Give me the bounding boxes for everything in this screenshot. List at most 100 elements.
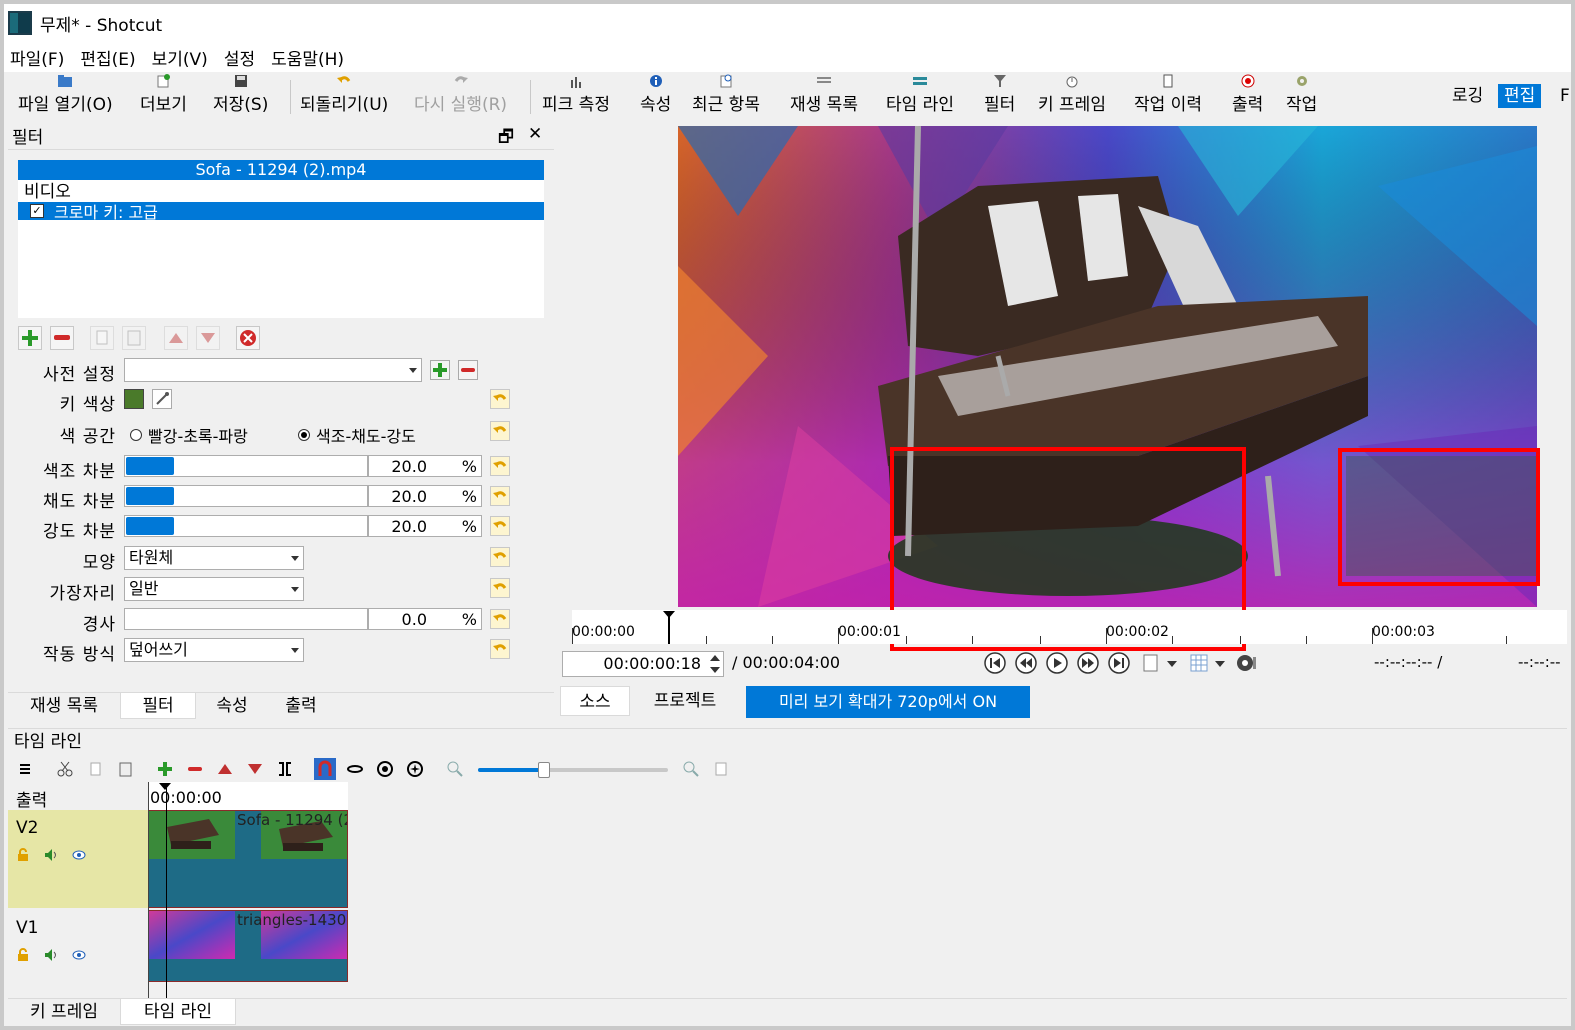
reset-value-button[interactable] (490, 516, 510, 536)
filter-item-chroma-key[interactable]: ✓ 크로마 키: 고급 (18, 202, 544, 222)
append-icon[interactable] (156, 760, 174, 778)
tab-keyframes[interactable]: 키 프레임 (8, 999, 120, 1025)
timecode-stepper-icon[interactable] (708, 652, 722, 676)
paste-filter-button[interactable] (122, 326, 146, 350)
delete-preset-button[interactable] (458, 360, 478, 380)
properties-button[interactable]: 속성 (640, 74, 671, 120)
reset-color-space-button[interactable] (490, 421, 510, 441)
recent-button[interactable]: 최근 항목 (692, 74, 760, 120)
shape-combo[interactable]: 타원체 (124, 546, 304, 570)
menu-file[interactable]: 파일(F) (10, 45, 64, 70)
saturation-difference-spinbox[interactable]: 20.0% (368, 485, 482, 507)
operation-combo[interactable]: 덮어쓰기 (124, 638, 304, 662)
split-icon[interactable] (276, 760, 294, 778)
jobs-button[interactable]: 작업 (1286, 74, 1317, 120)
track-head-v2[interactable]: V2 (8, 810, 148, 908)
reset-hue-button[interactable] (490, 456, 510, 476)
tab-project[interactable]: 프로젝트 (630, 686, 740, 716)
tab-timeline[interactable]: 타임 라인 (120, 999, 236, 1025)
rewind-icon[interactable] (1015, 652, 1037, 674)
preview-scale-badge[interactable]: 미리 보기 확대가 720p에서 ON (746, 686, 1030, 718)
float-panel-icon[interactable]: 🗗 (498, 124, 514, 153)
preset-combo[interactable] (124, 358, 422, 382)
menu-view[interactable]: 보기(V) (152, 45, 208, 70)
filter-enabled-checkbox[interactable]: ✓ (30, 204, 44, 218)
menu-icon[interactable] (16, 760, 34, 778)
keyframes-button[interactable]: 키 프레임 (1038, 74, 1106, 120)
filters-button[interactable]: 필터 (984, 74, 1015, 120)
chevron-down-icon[interactable] (1214, 652, 1226, 674)
undo-button[interactable]: 되돌리기(U) (300, 74, 388, 120)
save-button[interactable]: 저장(S) (213, 74, 268, 120)
saturation-difference-slider[interactable] (124, 485, 368, 507)
peak-meter-button[interactable]: 피크 측정 (542, 74, 610, 120)
menu-settings[interactable]: 설정 (224, 45, 255, 70)
hue-difference-spinbox[interactable]: 20.0% (368, 455, 482, 477)
timeline-playhead[interactable] (166, 788, 167, 998)
zoom-out-icon[interactable] (446, 760, 464, 778)
redo-button[interactable]: 다시 실행(R) (414, 74, 507, 120)
grid-icon[interactable] (1188, 652, 1210, 674)
timeline-ruler[interactable]: 00:00:00 (148, 782, 348, 810)
open-file-button[interactable]: 파일 열기(O) (18, 74, 113, 120)
fast-forward-icon[interactable] (1077, 652, 1099, 674)
move-filter-down-button[interactable] (196, 326, 220, 350)
tab-properties[interactable]: 속성 (196, 693, 268, 719)
tab-source[interactable]: 소스 (560, 686, 630, 716)
ripple-all-icon[interactable] (406, 760, 424, 778)
mute-icon[interactable] (44, 848, 58, 862)
copy-filter-button[interactable] (90, 326, 114, 350)
zoom-slider-handle[interactable] (538, 762, 550, 778)
history-button[interactable]: 작업 이력 (1134, 74, 1202, 120)
reset-key-color-button[interactable] (490, 389, 510, 409)
more-button[interactable]: 더보기 (140, 74, 187, 120)
chevron-down-icon[interactable] (1166, 652, 1178, 674)
move-filter-up-button[interactable] (164, 326, 188, 350)
reset-slope-button[interactable] (490, 609, 510, 629)
remove-filter-button[interactable] (50, 326, 74, 350)
key-color-swatch[interactable] (124, 389, 144, 409)
ripple-icon[interactable] (376, 760, 394, 778)
copy-icon[interactable] (86, 760, 104, 778)
menu-edit[interactable]: 편집(E) (80, 45, 135, 70)
lift-icon[interactable] (216, 760, 234, 778)
volume-icon[interactable] (1140, 652, 1162, 674)
close-panel-icon[interactable]: ✕ (528, 124, 542, 144)
lock-icon[interactable] (16, 948, 30, 962)
reset-saturation-button[interactable] (490, 486, 510, 506)
ripple-delete-icon[interactable] (186, 760, 204, 778)
mute-icon[interactable] (44, 948, 58, 962)
deselect-filter-button[interactable] (236, 326, 260, 350)
edge-combo[interactable]: 일반 (124, 577, 304, 601)
scissors-icon[interactable] (56, 760, 74, 778)
slope-spinbox[interactable]: 0.0% (368, 608, 482, 630)
clip-triangles[interactable]: triangles-1430 (148, 910, 348, 982)
playhead-marker-icon[interactable] (158, 782, 172, 792)
timeline-zoom-slider[interactable] (478, 762, 668, 778)
color-space-rgb-radio[interactable]: 빨강-초록-파랑 (130, 423, 248, 447)
eye-icon[interactable] (72, 848, 86, 862)
save-preset-button[interactable] (430, 360, 450, 380)
skip-to-end-icon[interactable] (1108, 652, 1130, 674)
timecode-input[interactable]: 00:00:00:18 (562, 651, 724, 677)
player-ruler[interactable]: 00:00:00 00:00:01 00:00:02 00:00:03 (572, 610, 1567, 644)
eye-icon[interactable] (72, 948, 86, 962)
playhead-marker-icon[interactable] (662, 610, 676, 644)
slope-slider[interactable] (124, 608, 368, 630)
playlist-button[interactable]: 재생 목록 (790, 74, 858, 120)
snap-icon[interactable] (314, 758, 336, 780)
scrub-icon[interactable] (346, 760, 364, 778)
play-icon[interactable] (1046, 652, 1068, 674)
value-difference-spinbox[interactable]: 20.0% (368, 515, 482, 537)
reset-operation-button[interactable] (490, 639, 510, 659)
add-filter-button[interactable] (18, 326, 42, 350)
zoom-fit-icon[interactable] (712, 760, 730, 778)
menu-help[interactable]: 도움말(H) (271, 45, 344, 70)
hue-difference-slider[interactable] (124, 455, 368, 477)
color-space-hsv-radio[interactable]: 색조-채도-강도 (298, 423, 416, 447)
tab-playlist[interactable]: 재생 목록 (8, 693, 120, 719)
overwrite-icon[interactable] (246, 760, 264, 778)
skip-to-start-icon[interactable] (984, 652, 1006, 674)
zoom-icon[interactable] (1236, 652, 1258, 674)
value-difference-slider[interactable] (124, 515, 368, 537)
